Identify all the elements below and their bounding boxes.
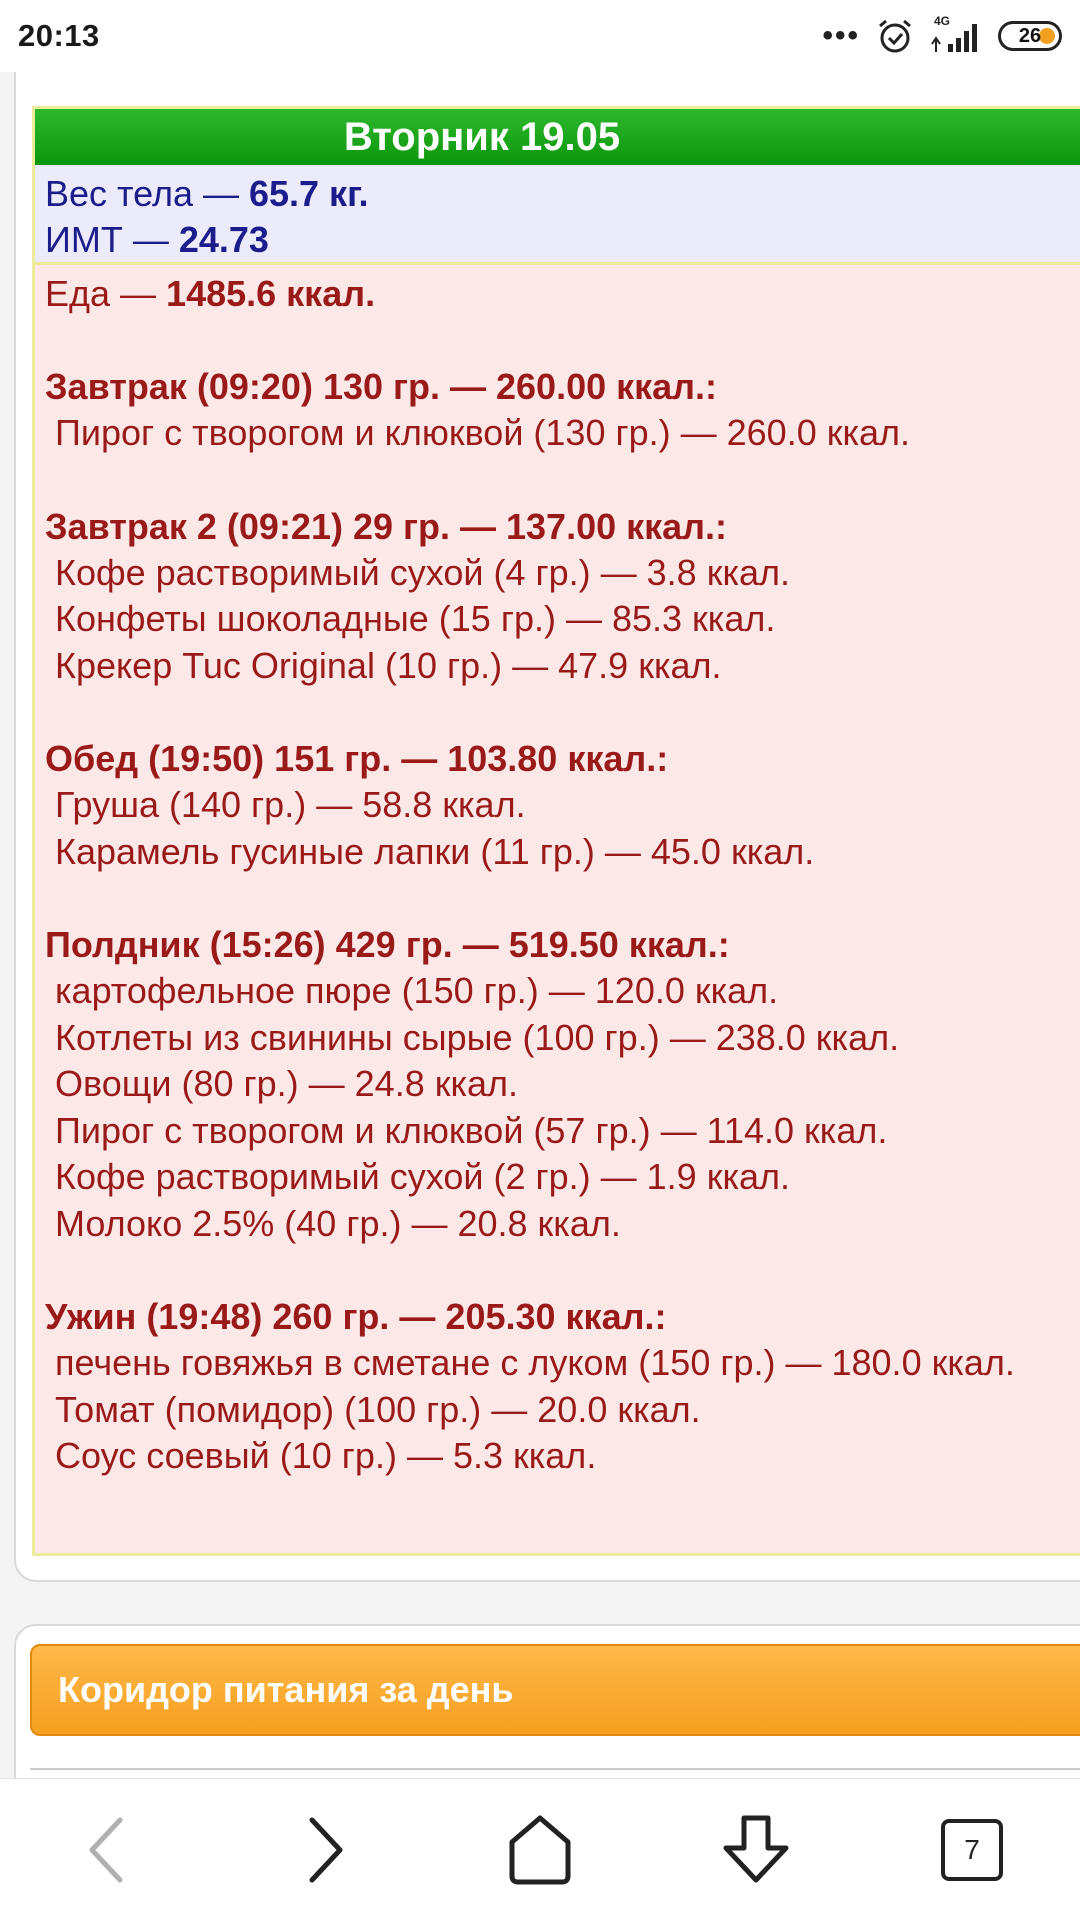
meal-title: Обед (19:50) 151 гр. — 103.80 ккал.: (45, 738, 669, 779)
body-weight: Вес тела — 65.7 кг. (45, 173, 369, 214)
food-section: Еда — 1485.6 ккал. Завтрак (09:20) 130 г… (35, 265, 1080, 1480)
meal-title: Завтрак (09:20) 130 гр. — 260.00 ккал.: (45, 366, 718, 407)
downloads-button[interactable] (706, 1800, 806, 1900)
meal-title: Ужин (19:48) 260 гр. — 205.30 ккал.: (45, 1296, 667, 1337)
meal-item: печень говяжья в сметане с луком (150 гр… (55, 1342, 1015, 1383)
meal-title: Полдник (15:26) 429 гр. — 519.50 ккал.: (45, 924, 730, 965)
battery-icon: 26 (998, 21, 1062, 51)
day-report: Вторник 19.05 Вес тела — 65.7 кг. ИМТ — … (32, 106, 1080, 1556)
meal-dinner: Ужин (19:48) 260 гр. — 205.30 ккал.: печ… (45, 1294, 1080, 1480)
nutrition-corridor-header[interactable]: Коридор питания за день (30, 1644, 1080, 1736)
meal-snack: Полдник (15:26) 429 гр. — 519.50 ккал.: … (45, 922, 1080, 1247)
meal-item: Котлеты из свинины сырые (100 гр.) — 238… (55, 1016, 900, 1058)
back-button[interactable] (58, 1800, 158, 1900)
food-total: Еда — 1485.6 ккал. (45, 273, 376, 314)
corridor-table-divider (30, 1768, 1080, 1770)
meal-lunch: Обед (19:50) 151 гр. — 103.80 ккал.: Гру… (45, 736, 1080, 875)
status-time: 20:13 (18, 18, 100, 53)
alarm-icon (879, 19, 911, 53)
day-title: Вторник 19.05 (35, 109, 1080, 165)
meal-item: Груша (140 гр.) — 58.8 ккал. (55, 784, 526, 825)
download-icon (723, 1815, 789, 1882)
meal-title: Завтрак 2 (09:21) 29 гр. — 137.00 ккал.: (45, 505, 728, 547)
bmi: ИМТ — 24.73 (45, 219, 269, 260)
home-button[interactable] (490, 1800, 590, 1900)
browser-nav-bar: 7 (0, 1778, 1080, 1920)
tab-count: 7 (964, 1833, 980, 1865)
meal-item: Карамель гусиные лапки (11 гр.) — 45.0 к… (55, 830, 815, 872)
forward-icon (309, 1817, 343, 1882)
page-content: Вторник 19.05 Вес тела — 65.7 кг. ИМТ — … (0, 72, 1080, 1778)
back-icon (89, 1817, 123, 1882)
meal-breakfast: Завтрак (09:20) 130 гр. — 260.00 ккал.: … (45, 364, 1080, 457)
meal-item: картофельное пюре (150 гр.) — 120.0 ккал… (55, 970, 779, 1011)
tabs-icon: 7 (941, 1818, 1003, 1881)
status-bar: 20:13 ••• 4G 26 (0, 0, 1080, 72)
nutrition-corridor-section: Коридор питания за день (14, 1624, 1080, 1778)
meal-item: Молоко 2.5% (40 гр.) — 20.8 ккал. (55, 1202, 621, 1244)
more-notifications-icon: ••• (822, 19, 860, 52)
meal-item: Конфеты шоколадные (15 гр.) — 85.3 ккал. (55, 598, 776, 639)
status-icons: ••• 4G 26 (822, 14, 1062, 58)
signal-icon: 4G (930, 14, 982, 54)
meal-item: Крекер Tuc Original (10 гр.) — 47.9 ккал… (55, 644, 722, 686)
meal-item: Соус соевый (10 гр.) — 5.3 ккал. (55, 1435, 597, 1476)
meal-item: Томат (помидор) (100 гр.) — 20.0 ккал. (55, 1388, 701, 1430)
battery-level: 26 (1018, 24, 1042, 47)
home-icon (509, 1815, 571, 1884)
forward-button[interactable] (274, 1800, 374, 1900)
meal-item: Пирог с творогом и клюквой (130 гр.) — 2… (55, 412, 911, 453)
tabs-button[interactable]: 7 (922, 1800, 1022, 1900)
body-stats: Вес тела — 65.7 кг. ИМТ — 24.73 (35, 165, 1080, 265)
meal-breakfast-2: Завтрак 2 (09:21) 29 гр. — 137.00 ккал.:… (45, 504, 1080, 690)
meal-item: Пирог с творогом и клюквой (57 гр.) — 11… (55, 1109, 888, 1151)
meal-item: Кофе растворимый сухой (2 гр.) — 1.9 кка… (55, 1156, 791, 1197)
meal-item: Кофе растворимый сухой (4 гр.) — 3.8 кка… (55, 551, 791, 593)
meal-item: Овощи (80 гр.) — 24.8 ккал. (55, 1063, 519, 1104)
